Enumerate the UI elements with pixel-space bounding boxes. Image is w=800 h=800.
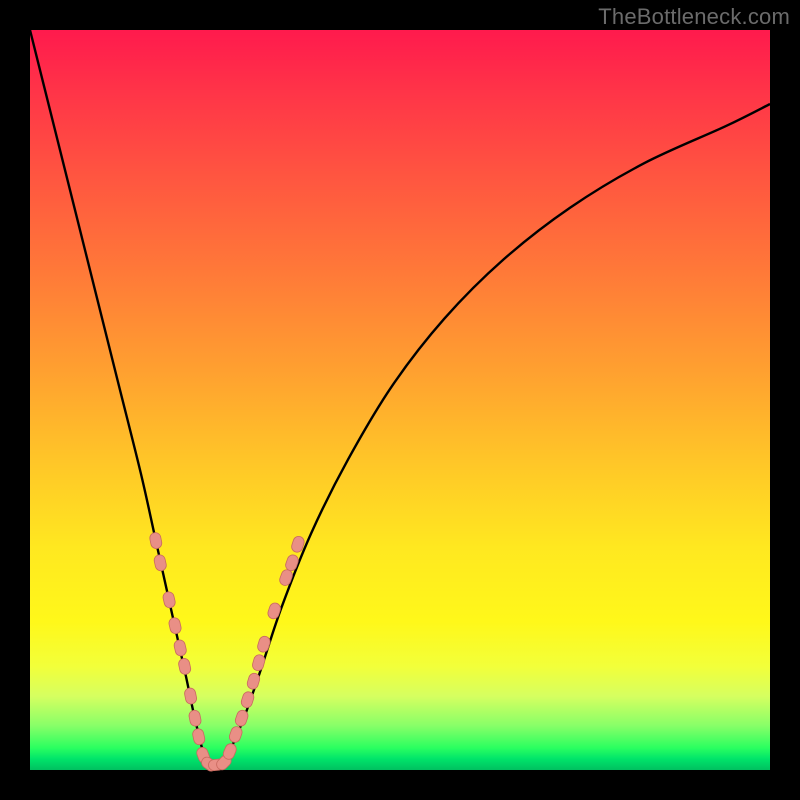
- marker-pill: [168, 617, 182, 635]
- watermark-text: TheBottleneck.com: [598, 4, 790, 30]
- marker-pill: [256, 635, 271, 653]
- marker-pill: [153, 554, 167, 572]
- marker-pill: [149, 532, 163, 550]
- marker-pill: [184, 687, 198, 705]
- curve-path: [30, 30, 770, 767]
- marker-pill: [188, 709, 202, 727]
- marker-pill: [251, 654, 266, 672]
- bottleneck-curve: [30, 30, 770, 767]
- highlighted-points: [149, 532, 306, 774]
- chart-stage: TheBottleneck.com: [0, 0, 800, 800]
- curve-svg: [30, 30, 770, 770]
- plot-area: [30, 30, 770, 770]
- marker-pill: [178, 657, 192, 675]
- marker-pill: [266, 602, 281, 621]
- marker-pill: [173, 639, 187, 657]
- marker-pill: [162, 591, 176, 609]
- marker-pill: [192, 728, 206, 746]
